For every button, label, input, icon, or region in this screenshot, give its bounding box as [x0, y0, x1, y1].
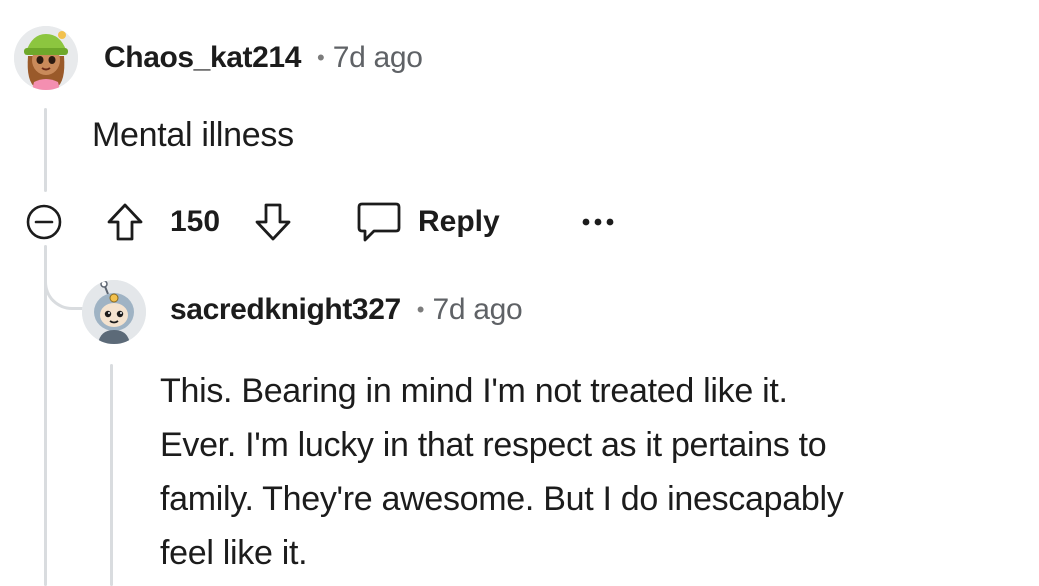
comment-body: Mental illness	[92, 116, 294, 154]
collapse-minus-icon	[26, 204, 62, 240]
username[interactable]: sacredknight327	[170, 293, 401, 327]
ellipsis-icon	[582, 218, 614, 226]
vote-score: 150	[170, 205, 221, 238]
reply-button[interactable]: Reply	[356, 198, 500, 246]
arrow-up-icon	[107, 203, 143, 241]
upvote-button[interactable]	[104, 201, 146, 243]
timestamp: 7d ago	[332, 41, 423, 74]
comment-body: This. Bearing in mind I'm not treated li…	[160, 364, 1000, 580]
thread-line	[44, 108, 47, 192]
avatar-image	[82, 280, 146, 344]
comment-line: Ever. I'm lucky in that respect as it pe…	[160, 426, 827, 464]
separator-dot: •	[316, 45, 325, 70]
avatar-image	[14, 26, 78, 90]
collapse-button[interactable]	[25, 203, 63, 241]
thread-branch	[44, 258, 84, 310]
comment-action-bar: 150 Reply	[0, 190, 700, 252]
username[interactable]: Chaos_kat214	[104, 41, 301, 75]
arrow-down-icon	[255, 203, 291, 241]
comment-line: family. They're awesome. But I do inesca…	[160, 480, 844, 518]
avatar[interactable]	[14, 26, 78, 90]
avatar[interactable]	[82, 280, 146, 344]
thread-line	[44, 245, 47, 586]
comment-line: feel like it.	[160, 534, 308, 572]
comment-header: sacredknight327 • 7d ago	[170, 288, 523, 332]
speech-bubble-icon	[357, 202, 401, 242]
thread-line	[110, 364, 113, 586]
separator-dot: •	[416, 297, 425, 322]
downvote-button[interactable]	[252, 201, 294, 243]
reply-label: Reply	[418, 205, 500, 238]
more-options-button[interactable]	[580, 200, 616, 240]
comment-line: This. Bearing in mind I'm not treated li…	[160, 372, 788, 410]
comment-header: Chaos_kat214 • 7d ago	[104, 36, 423, 80]
timestamp: 7d ago	[432, 293, 523, 326]
